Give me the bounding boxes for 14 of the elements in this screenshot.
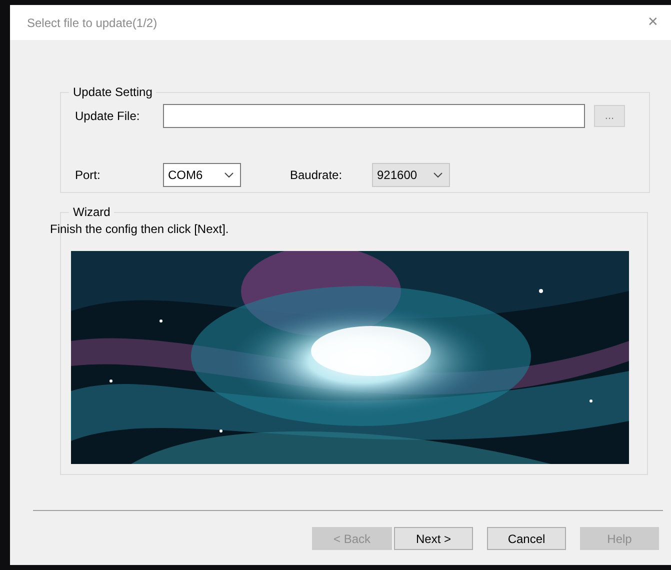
instruction-text: Finish the config then click [Next]. [50, 222, 230, 238]
dialog-button[interactable]: Next > [394, 527, 473, 550]
field-label: Port: [75, 168, 102, 182]
group-title: Wizard [72, 205, 112, 219]
update-file-field[interactable] [163, 104, 585, 128]
field-label: Baudrate: [290, 168, 342, 182]
port-dropdown[interactable]: COM6 [163, 163, 241, 187]
field-label: Update File: [75, 109, 141, 123]
chevron-down-icon [433, 172, 443, 178]
window-title: Select file to update(1/2) [27, 16, 158, 30]
chevron-down-icon [224, 172, 234, 178]
group-title: Update Setting [72, 85, 154, 99]
close-button[interactable]: ✕ [641, 15, 665, 30]
dialog-button[interactable]: Cancel [487, 527, 566, 550]
